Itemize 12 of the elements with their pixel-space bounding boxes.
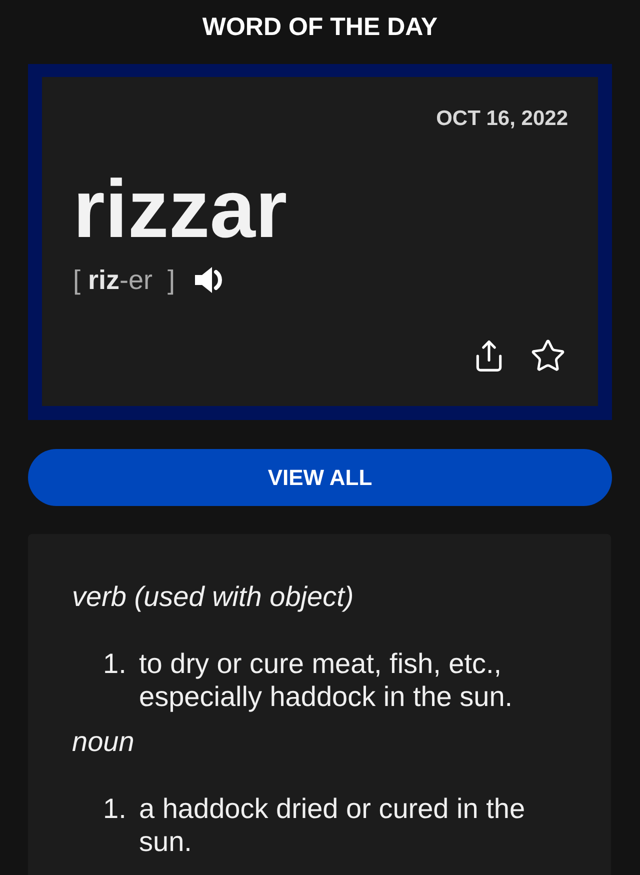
part-of-speech: verb (used with object) <box>72 580 355 613</box>
page-title: WORD OF THE DAY <box>202 12 438 42</box>
sense-number: 1. <box>102 647 128 681</box>
definition-text: to dry or cure meat, fish, etc., especially haddock in the sun. <box>139 647 514 713</box>
word-headline: rizzar <box>73 169 288 251</box>
pronunciation: [ riz-er ] <box>73 264 176 296</box>
part-of-speech: noun <box>72 725 136 758</box>
word-date: OCT 16, 2022 <box>436 107 568 131</box>
star-icon[interactable] <box>530 338 566 374</box>
definition-text: a haddock dried or cured in the sun. <box>139 792 526 858</box>
view-all-button[interactable]: VIEW ALL <box>28 449 612 506</box>
sense-number: 1. <box>102 792 128 826</box>
